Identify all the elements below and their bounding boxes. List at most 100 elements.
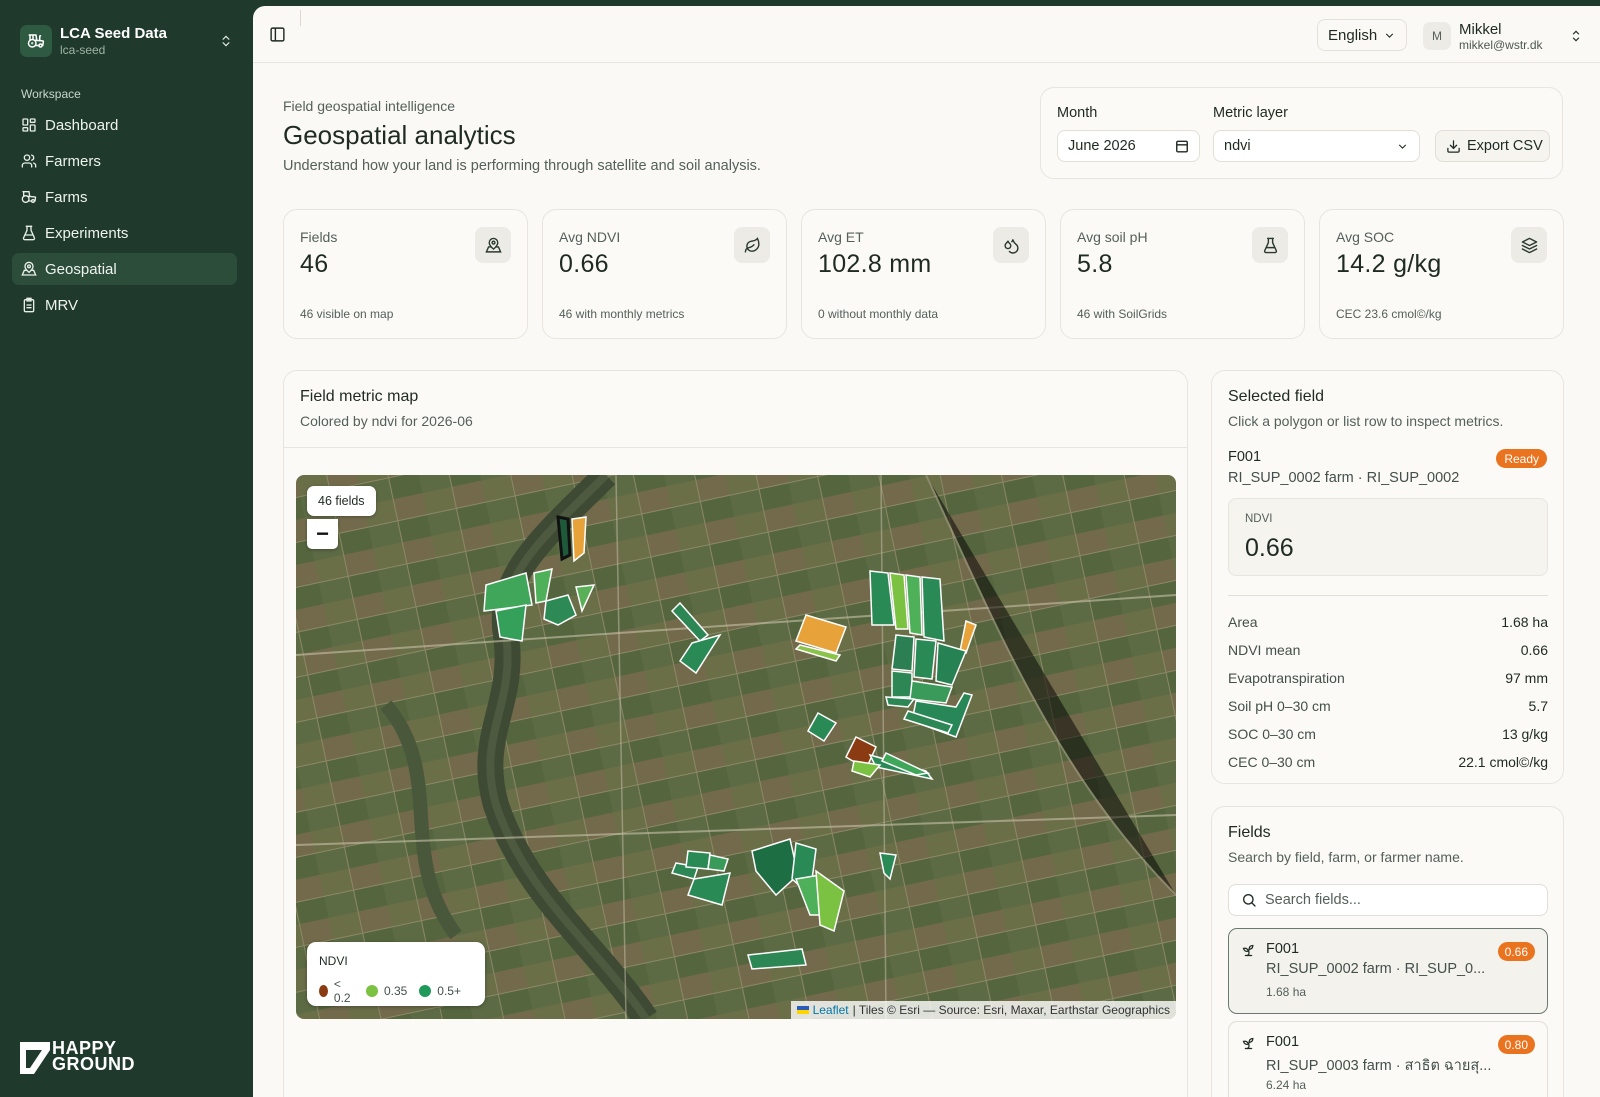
chevrons-up-down-icon — [1572, 30, 1580, 42]
detail-row-soc: SOC 0–30 cm 13 g/kg — [1228, 726, 1548, 746]
stat-note: 46 visible on map — [300, 307, 394, 321]
sidebar-item-label: Farms — [45, 188, 88, 206]
selected-field-title: Selected field — [1228, 388, 1325, 405]
sidebar-item-mrv[interactable]: MRV — [12, 289, 237, 321]
controls-panel: Month June 2026 Metric layer ndvi Export… — [1040, 87, 1563, 179]
legend-item: 0.5+ — [419, 984, 461, 998]
map-attribution: Leaflet | Tiles © Esri — Source: Esri, M… — [790, 1001, 1176, 1019]
detail-label: CEC 0–30 cm — [1228, 754, 1316, 770]
stat-card-avg-et: Avg ET 102.8 mm 0 without monthly data — [801, 209, 1046, 339]
map-card-subtitle: Colored by ndvi for 2026-06 — [300, 413, 473, 429]
org-slug: lca-seed — [60, 43, 106, 57]
detail-value: 97 mm — [1505, 670, 1548, 686]
field-map[interactable]: 46 fields − NDVI < 0.2 0.35 0.5+ Leaflet… — [296, 475, 1176, 1019]
map-card-title: Field metric map — [300, 388, 419, 405]
sidebar-toggle-icon[interactable] — [269, 26, 287, 44]
stat-note: 46 with SoilGrids — [1077, 307, 1168, 321]
stat-label: Avg NDVI — [559, 229, 621, 245]
stat-value: 0.66 — [559, 250, 609, 278]
list-item[interactable]: F001 RI_SUP_0002 farm · RI_SUP_0... 1.68… — [1228, 928, 1548, 1014]
list-item-farm: RI_SUP_0002 farm · RI_SUP_0... — [1266, 961, 1486, 977]
legend-swatch — [419, 985, 432, 997]
field-metric-map-card: Field metric map Colored by ndvi for 202… — [283, 370, 1188, 1097]
main-content: English M Mikkel mikkel@wstr.dk Field ge… — [253, 6, 1600, 1097]
layers-icon — [1511, 227, 1547, 263]
leaflet-link[interactable]: Leaflet — [813, 1003, 849, 1017]
sidebar-item-label: Experiments — [45, 224, 129, 242]
metric-value: 0.66 — [1245, 534, 1294, 562]
detail-value: 0.66 — [1520, 642, 1548, 658]
ukraine-flag-icon — [796, 1006, 809, 1014]
zoom-out-button[interactable]: − — [307, 519, 338, 549]
brand-mark-icon — [20, 1042, 50, 1074]
calendar-icon[interactable] — [1175, 139, 1189, 153]
stat-note: 46 with monthly metrics — [559, 307, 685, 321]
detail-value: 5.7 — [1528, 698, 1548, 714]
metric-label: NDVI — [1245, 513, 1273, 525]
stat-label: Avg soil pH — [1077, 229, 1148, 245]
sidebar-item-experiments[interactable]: Experiments — [12, 217, 237, 249]
fields-list-subtitle: Search by field, farm, or farmer name. — [1228, 849, 1464, 865]
month-input[interactable]: June 2026 — [1057, 130, 1200, 162]
sidebar-item-dashboard[interactable]: Dashboard — [12, 109, 237, 141]
map-legend: NDVI < 0.2 0.35 0.5+ — [307, 942, 485, 1006]
download-icon — [1447, 139, 1460, 153]
metric-badge: 0.80 — [1497, 1035, 1535, 1054]
selected-field-card: Selected field Click a polygon or list r… — [1211, 370, 1564, 784]
topbar-divider — [300, 10, 301, 26]
sidebar-item-label: MRV — [45, 296, 79, 314]
page-title: Geospatial analytics — [283, 120, 516, 150]
map-pin-icon — [21, 261, 37, 276]
satellite-basemap[interactable] — [296, 475, 1176, 1019]
stat-card-avg-ndvi: Avg NDVI 0.66 46 with monthly metrics — [542, 209, 787, 339]
sidebar-item-farmers[interactable]: Farmers — [12, 145, 237, 177]
list-item-id: F001 — [1266, 1034, 1300, 1050]
fields-list-title: Fields — [1228, 824, 1271, 841]
metric-layer-label: Metric layer — [1213, 105, 1288, 121]
attribution-text: | Tiles © Esri — Source: Esri, Maxar, Ea… — [852, 1003, 1170, 1017]
sidebar-item-geospatial[interactable]: Geospatial — [12, 253, 237, 285]
sidebar-nav: Dashboard Farmers Farms Experiments Geos… — [12, 109, 237, 325]
metric-layer-select[interactable]: ndvi — [1213, 130, 1420, 162]
selected-field-farm: RI_SUP_0002 farm · RI_SUP_0002 — [1228, 470, 1460, 486]
detail-row-ndvi-mean: NDVI mean 0.66 — [1228, 642, 1548, 662]
stat-note: CEC 23.6 cmol©/kg — [1336, 307, 1442, 321]
org-name: LCA Seed Data — [60, 25, 167, 42]
export-csv-button[interactable]: Export CSV — [1435, 130, 1550, 162]
tractor-icon — [21, 191, 37, 203]
fields-list-card: Fields Search by field, farm, or farmer … — [1211, 806, 1564, 1097]
avatar: M — [1423, 22, 1451, 50]
clipboard-icon — [23, 297, 35, 313]
dashboard-icon — [22, 118, 36, 132]
leaf-icon — [734, 227, 770, 263]
search-placeholder: Search fields... — [1265, 892, 1361, 908]
sprout-icon — [1242, 944, 1254, 957]
search-input[interactable]: Search fields... — [1228, 884, 1548, 916]
stat-value: 102.8 mm — [818, 250, 932, 278]
language-select[interactable]: English — [1317, 19, 1407, 51]
stat-card-avg-soc: Avg SOC 14.2 g/kg CEC 23.6 cmol©/kg — [1319, 209, 1564, 339]
legend-label: 0.5+ — [437, 984, 461, 998]
detail-row-cec: CEC 0–30 cm 22.1 cmol©/kg — [1228, 754, 1548, 774]
user-menu[interactable]: M Mikkel mikkel@wstr.dk — [1423, 18, 1583, 54]
stat-value: 14.2 g/kg — [1336, 250, 1442, 278]
stat-card-fields: Fields 46 46 visible on map — [283, 209, 528, 339]
chevrons-up-down-icon[interactable] — [217, 29, 235, 53]
fields-count-badge: 46 fields — [307, 486, 376, 516]
chevron-down-icon — [1386, 32, 1394, 38]
page-eyebrow: Field geospatial intelligence — [283, 98, 455, 114]
stat-label: Avg SOC — [1336, 229, 1395, 245]
legend-swatch — [319, 985, 328, 997]
org-switcher[interactable]: LCA Seed Data lca-seed — [20, 22, 235, 60]
list-item-area: 1.68 ha — [1266, 985, 1307, 999]
search-icon — [1243, 894, 1256, 907]
sidebar-item-label: Dashboard — [45, 116, 119, 134]
list-item[interactable]: F001 RI_SUP_0003 farm · สาธิต ฉายสุ... 6… — [1228, 1021, 1548, 1097]
sidebar-item-farms[interactable]: Farms — [12, 181, 237, 213]
language-value: English — [1328, 26, 1378, 44]
detail-label: SOC 0–30 cm — [1228, 726, 1316, 742]
divider — [284, 447, 1187, 448]
nav-section-label: Workspace — [21, 87, 81, 101]
stat-value: 5.8 — [1077, 250, 1113, 278]
sidebar-item-label: Farmers — [45, 152, 101, 170]
